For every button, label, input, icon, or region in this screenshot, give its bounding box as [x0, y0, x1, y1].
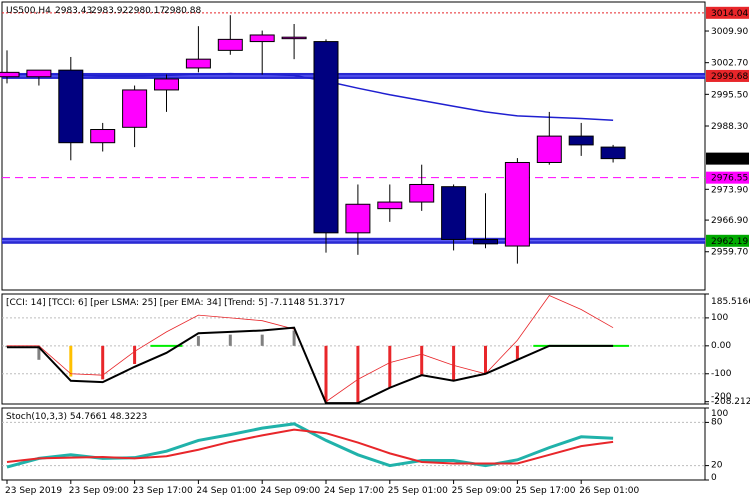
candle-body-5: [154, 78, 179, 91]
time-tick-label-9: 26 Sep 01:00: [579, 486, 639, 496]
candle-body-7: [217, 38, 243, 51]
panel-frame-1: [1, 293, 706, 405]
time-tick-label-4: 24 Sep 09:00: [260, 486, 320, 496]
time-tick-label-1: 23 Sep 09:00: [69, 486, 129, 496]
price-tag-label-1: 2999.68: [711, 72, 748, 82]
candle-body-1: [26, 69, 52, 78]
stoch-header: Stoch(10,3,3) 54.7661 48.3223: [6, 412, 147, 422]
cci-header: [CCI: 14] [TCCI: 6] [per LSMA: 25] [per …: [6, 298, 345, 308]
candle-body-2: [58, 69, 84, 144]
main-header-open: 2983.43: [55, 6, 92, 16]
price-tick-label-2: 2995.50: [711, 90, 748, 100]
price-tick-label-5: 2966.90: [711, 216, 748, 226]
candle-body-18: [568, 135, 594, 146]
cci-tick-label-1: 100: [711, 313, 728, 323]
price-tick-label-6: 2959.70: [711, 248, 748, 258]
time-tick-label-5: 24 Sep 17:00: [324, 486, 384, 496]
main-header-high: 2983.92: [91, 6, 128, 16]
stoch-main-line: [6, 422, 614, 469]
tcci-line: [7, 295, 614, 403]
time-axis: 23 Sep 2019 23 Sep 09:00 23 Sep 17:00 24 Se…: [5, 480, 640, 496]
candle-body-11: [345, 203, 371, 234]
stoch-tick-label-1: 80: [711, 417, 723, 427]
price-tag-label-3: 2976.55: [711, 174, 748, 184]
price-axis: 3009.90 3002.70 2995.50 2988.30 2973.90 2966.…: [705, 6, 749, 258]
candle-body-9: [281, 36, 307, 40]
candle-body-14: [441, 186, 467, 240]
moving-average-line: [6, 72, 614, 122]
cci-tick-label-5: -208.2123: [711, 397, 750, 407]
price-tag-label-2: 2980.88: [711, 155, 748, 165]
panel-frame-0: [1, 1, 706, 291]
cci-tick-label-0: 185.5166: [711, 297, 750, 307]
cci-tick-label-2: 0.00: [711, 341, 731, 351]
main-header-close: 2980.88: [164, 6, 201, 16]
candle-body-15: [473, 238, 498, 245]
candle-body-16: [504, 161, 530, 247]
moving-average-polyline: [6, 72, 614, 122]
price-tick-label-1: 3002.70: [711, 59, 748, 69]
candle-body-3: [90, 129, 116, 144]
candle-body-19: [600, 146, 626, 160]
cci-line: [7, 326, 614, 405]
price-tick-label-0: 3009.90: [711, 27, 748, 37]
candle-body-4: [122, 89, 148, 128]
price-tag-label-0: 3014.04: [711, 9, 748, 19]
time-tick-label-7: 25 Sep 09:00: [452, 486, 512, 496]
stoch-tick-label-2: 20: [711, 461, 723, 471]
candle-body-17: [536, 135, 562, 163]
candle-body-0: [0, 71, 20, 78]
candle-body-8: [249, 34, 275, 43]
time-tick-label-0: 23 Sep 2019: [5, 486, 62, 496]
stoch-tick-label-3: 0: [711, 473, 717, 483]
candles: [0, 15, 626, 264]
candle-body-6: [185, 58, 211, 69]
price-tick-label-3: 2988.30: [711, 122, 748, 132]
candle-body-10: [313, 41, 339, 234]
price-tag-label-4: 2962.19: [711, 237, 748, 247]
headers: US500,H4 2983.43 2983.92 2980.17 2980.88…: [6, 6, 345, 422]
candle-body-12: [377, 201, 403, 210]
candle-body-13: [409, 183, 435, 203]
cci-panel: 185.51661000.00-100-200-208.2123: [2, 293, 750, 407]
time-tick-label-8: 25 Sep 17:00: [515, 486, 575, 496]
time-tick-label-2: 23 Sep 17:00: [133, 486, 193, 496]
time-tick-label-6: 25 Sep 01:00: [388, 486, 448, 496]
cci-tick-label-3: -100: [711, 369, 732, 379]
price-tick-label-4: 2973.90: [711, 185, 748, 195]
main-header-low: 2980.17: [128, 6, 165, 16]
chart: 3009.90 3002.70 2995.50 2988.30 2973.90 2966.…: [0, 1, 750, 496]
time-tick-label-3: 24 Sep 01:00: [196, 486, 256, 496]
main-header-symbol: US500,H4: [6, 6, 51, 16]
